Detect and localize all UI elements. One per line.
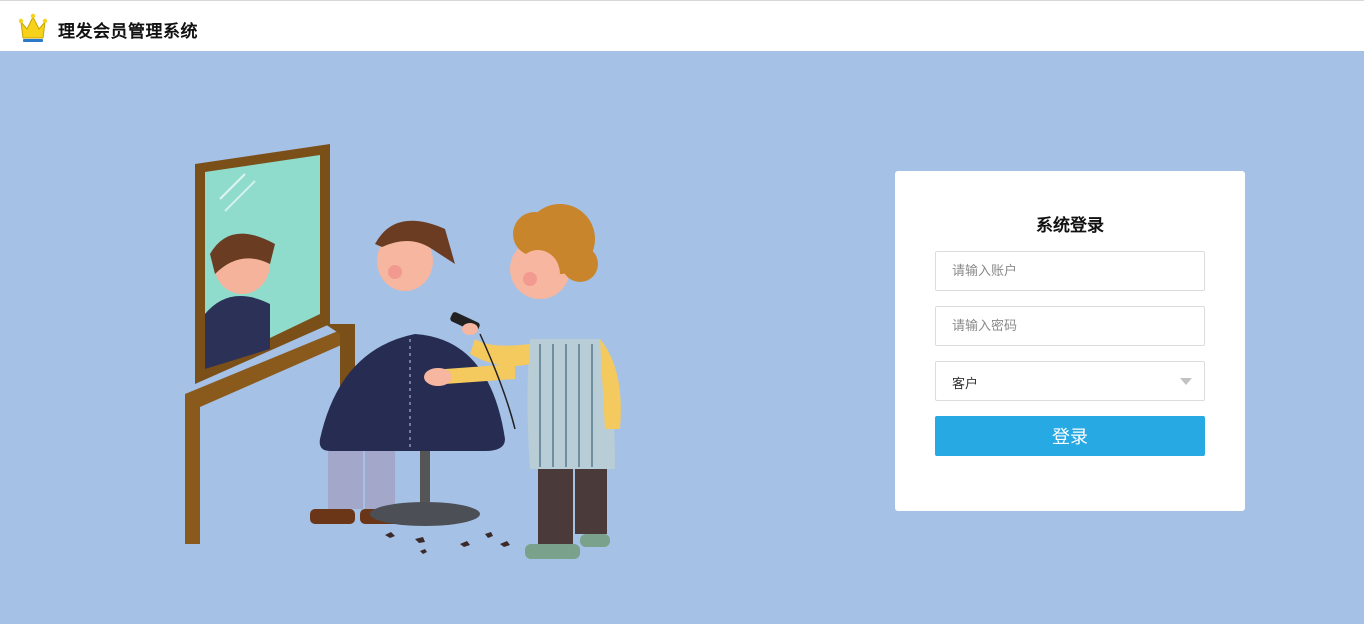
login-panel: 系统登录 客户 登录 [895,171,1245,511]
app-title: 理发会员管理系统 [58,22,198,42]
crown-icon [18,12,48,44]
password-input[interactable] [936,307,1204,345]
login-button[interactable]: 登录 [935,416,1205,456]
login-page: 系统登录 客户 登录 [0,51,1364,624]
username-field [935,251,1205,291]
password-field [935,306,1205,346]
barber-illustration [170,139,640,559]
role-select-value: 客户 [952,377,979,392]
login-title: 系统登录 [1036,216,1104,236]
username-input[interactable] [936,252,1204,290]
chevron-down-icon [1180,378,1192,385]
top-bar: 理发会员管理系统 [0,0,1364,51]
role-select[interactable]: 客户 [935,361,1205,401]
